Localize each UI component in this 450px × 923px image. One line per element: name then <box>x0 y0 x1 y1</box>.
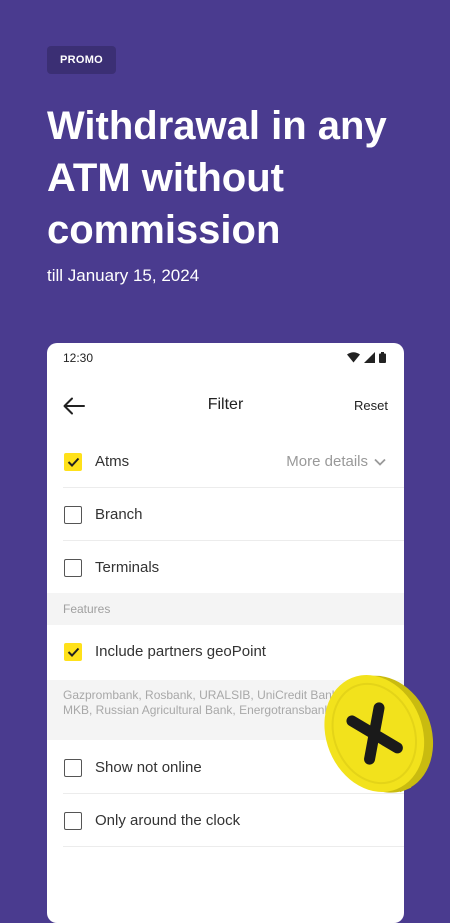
filter-row-terminals[interactable]: Terminals <box>47 541 404 594</box>
status-bar: 12:30 <box>47 343 404 373</box>
checkmark-icon <box>67 457 79 467</box>
wifi-icon <box>347 352 360 363</box>
terminals-checkbox[interactable] <box>64 558 82 577</box>
status-time: 12:30 <box>63 351 94 365</box>
show-not-online-label: Show not online <box>95 759 202 776</box>
around-clock-checkbox[interactable] <box>64 811 82 830</box>
promo-headline: Withdrawal in any ATM without commission <box>47 104 387 252</box>
branch-label: Branch <box>95 506 143 523</box>
more-details-label: More details <box>286 453 368 470</box>
filter-row-atms[interactable]: Atms More details <box>47 435 404 488</box>
around-clock-label: Only around the clock <box>95 812 241 829</box>
include-partners-checkbox[interactable] <box>64 642 82 661</box>
atms-checkbox[interactable] <box>64 452 82 471</box>
reset-button[interactable]: Reset <box>354 398 388 413</box>
include-partners-label: Include partners geoPoint <box>95 643 266 660</box>
atms-label: Atms <box>95 453 130 470</box>
phone-screen: 12:30 Filter Reset Atms More details Bra… <box>47 343 404 923</box>
battery-icon <box>379 352 386 363</box>
signal-icon <box>364 352 375 363</box>
checkmark-icon <box>67 647 79 657</box>
status-icons <box>347 352 386 363</box>
features-header-label: Features <box>63 602 111 616</box>
chevron-down-icon <box>374 458 386 466</box>
page-title: Filter <box>207 396 244 413</box>
promo-subtitle: till January 15, 2024 <box>47 266 200 285</box>
branch-checkbox[interactable] <box>64 505 82 524</box>
terminals-label: Terminals <box>95 559 160 576</box>
filter-nav-bar: Filter Reset <box>47 381 404 431</box>
show-not-online-checkbox[interactable] <box>64 758 82 777</box>
filter-row-branch[interactable]: Branch <box>47 488 404 541</box>
coin-x-icon <box>324 675 434 793</box>
features-section-header: Features <box>47 593 404 625</box>
divider <box>63 846 404 847</box>
more-details-dropdown[interactable]: More details <box>286 453 386 470</box>
promo-badge: PROMO <box>47 46 116 74</box>
